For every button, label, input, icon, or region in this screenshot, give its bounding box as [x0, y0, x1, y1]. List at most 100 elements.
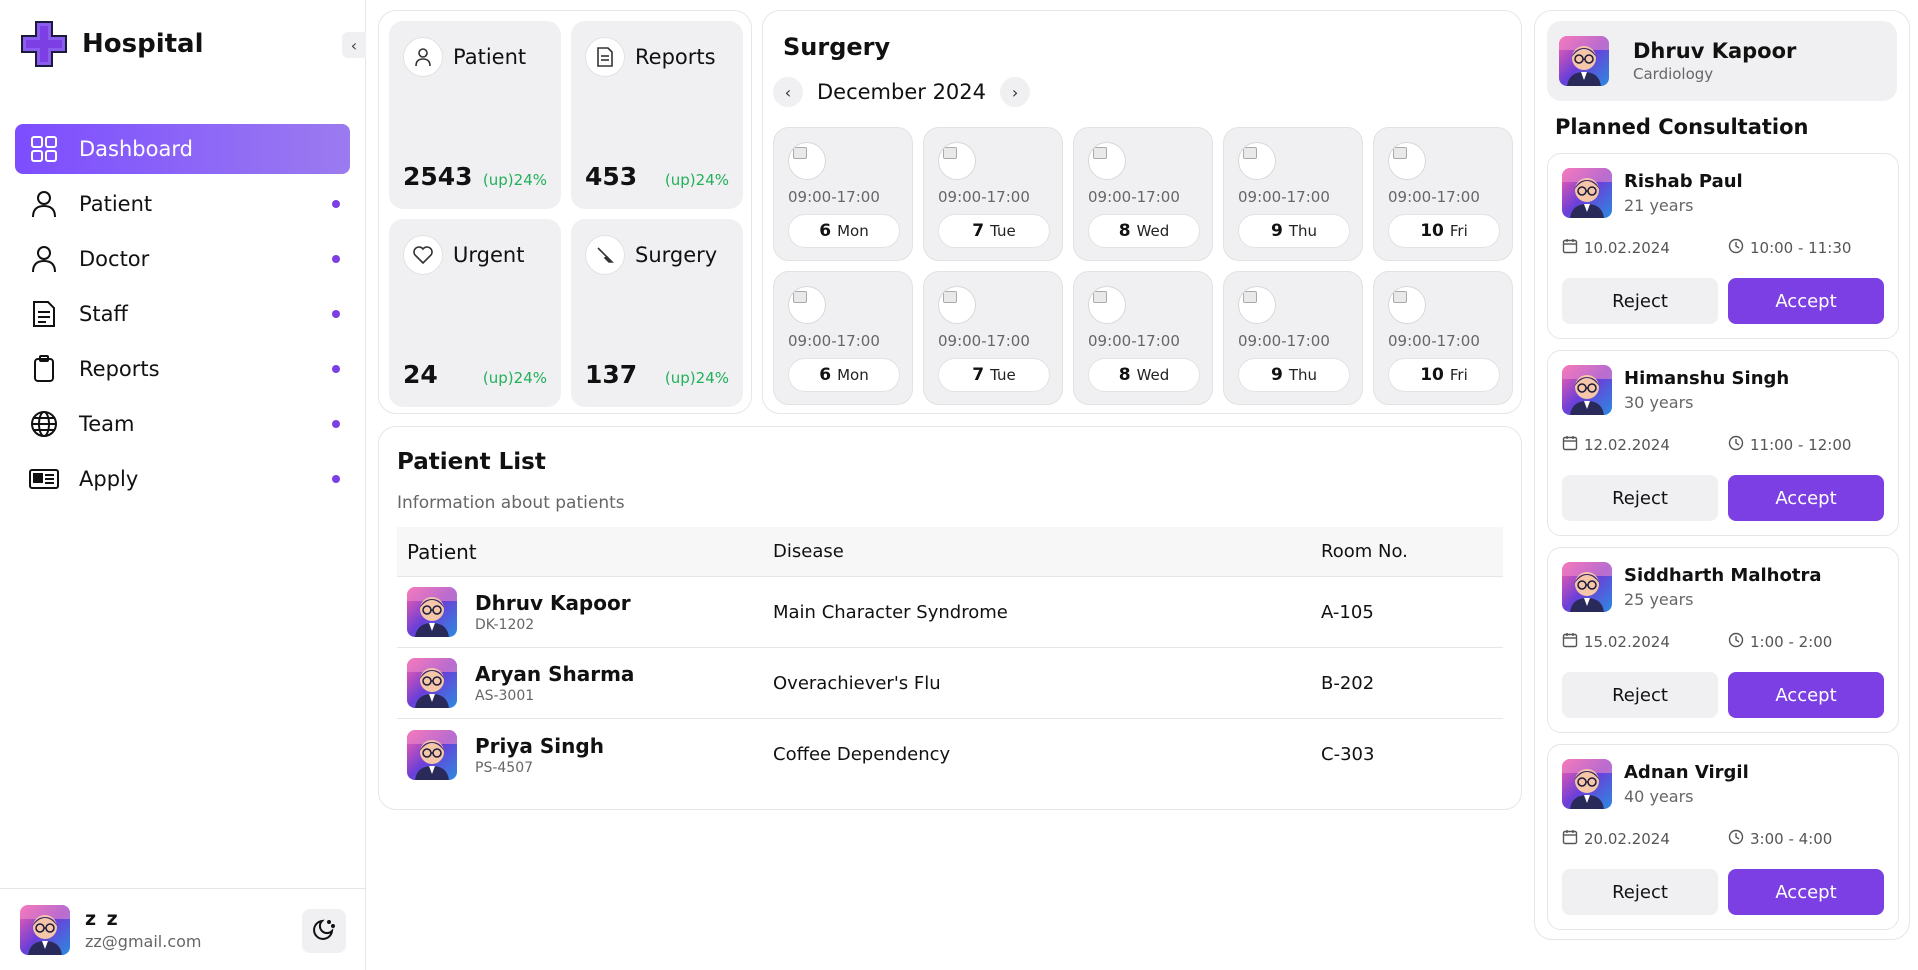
- doctor-department: Cardiology: [1633, 65, 1714, 83]
- day-number: 7: [972, 221, 985, 241]
- avatar: [1562, 365, 1612, 415]
- stat-value: 453: [585, 162, 638, 191]
- reject-button[interactable]: Reject: [1562, 475, 1718, 521]
- stat-card-reports[interactable]: Reports 453 (up)24%: [571, 21, 743, 209]
- consultation-date: 12.02.2024: [1584, 436, 1670, 454]
- month-label: December 2024: [817, 80, 987, 104]
- day-pill: 7 Tue: [938, 214, 1050, 248]
- consultation-time: 3:00 - 4:00: [1750, 830, 1833, 848]
- accept-button[interactable]: Accept: [1728, 672, 1884, 718]
- table-row[interactable]: Priya Singh PS-4507 Coffee Dependency C-…: [397, 719, 1503, 790]
- day-name: Wed: [1136, 222, 1170, 240]
- sidebar-item-apply[interactable]: Apply: [15, 454, 350, 504]
- day-name: Tue: [990, 366, 1016, 384]
- day-number: 9: [1270, 365, 1283, 385]
- notification-dot: [332, 255, 340, 263]
- accept-button[interactable]: Accept: [1728, 475, 1884, 521]
- surgery-day-card[interactable]: 09:00-17:00 8 Wed: [1073, 271, 1213, 405]
- surgery-day-card[interactable]: 09:00-17:00 7 Tue: [923, 271, 1063, 405]
- consultation-patient-name: Adnan Virgil: [1624, 762, 1749, 783]
- surgery-day-card[interactable]: 09:00-17:00 9 Thu: [1223, 271, 1363, 405]
- stat-card-surgery[interactable]: Surgery 137 (up)24%: [571, 219, 743, 407]
- reject-button[interactable]: Reject: [1562, 278, 1718, 324]
- surgery-time: 09:00-17:00: [1388, 332, 1480, 350]
- stat-change: (up)24%: [664, 171, 729, 189]
- collapse-sidebar-button[interactable]: ‹: [342, 32, 366, 58]
- doctor-profile-card[interactable]: Dhruv Kapoor Cardiology: [1547, 21, 1897, 101]
- table-row[interactable]: Dhruv Kapoor DK-1202 Main Character Synd…: [397, 577, 1503, 648]
- day-number: 9: [1270, 221, 1283, 241]
- surgery-day-card[interactable]: 09:00-17:00 6 Mon: [773, 127, 913, 261]
- prev-month-button[interactable]: ‹: [773, 77, 803, 107]
- day-pill: 6 Mon: [788, 358, 900, 392]
- sidebar-item-label: Dashboard: [79, 137, 193, 161]
- notification-dot: [332, 365, 340, 373]
- stat-label: Urgent: [453, 243, 525, 267]
- stat-card-urgent[interactable]: Urgent 24 (up)24%: [389, 219, 561, 407]
- theme-toggle-button[interactable]: [302, 909, 346, 953]
- surgery-day-card[interactable]: 09:00-17:00 9 Thu: [1223, 127, 1363, 261]
- stat-change: (up)24%: [482, 171, 547, 189]
- consultation-card: Siddharth Malhotra 25 years 15.02.2024 1:00…: [1547, 547, 1899, 733]
- patient-table: Patient Disease Room No. Dhruv Kapoor DK…: [397, 527, 1503, 790]
- day-pill: 9 Thu: [1238, 358, 1350, 392]
- calendar-icon: [1562, 829, 1578, 849]
- stat-card-patient[interactable]: Patient 2543 (up)24%: [389, 21, 561, 209]
- consultation-patient-age: 21 years: [1624, 196, 1694, 215]
- clock-icon: [1728, 829, 1744, 849]
- patient-list-panel: Patient List Information about patients …: [378, 426, 1522, 810]
- user-name: z z: [85, 908, 120, 930]
- avatar: [407, 587, 457, 637]
- surgery-day-card[interactable]: 09:00-17:00 10 Fri: [1373, 271, 1513, 405]
- sidebar-item-label: Patient: [79, 192, 153, 216]
- surgery-day-card[interactable]: 09:00-17:00 8 Wed: [1073, 127, 1213, 261]
- sidebar-item-patient[interactable]: Patient: [15, 179, 350, 229]
- surgery-day-card[interactable]: 09:00-17:00 6 Mon: [773, 271, 913, 405]
- chevron-right-icon: ›: [1011, 82, 1019, 102]
- calendar-icon: [1562, 632, 1578, 652]
- table-row[interactable]: Aryan Sharma AS-3001 Overachiever's Flu …: [397, 648, 1503, 719]
- avatar: [407, 730, 457, 780]
- table-header: Patient Disease Room No.: [397, 527, 1503, 577]
- reject-button[interactable]: Reject: [1562, 869, 1718, 915]
- moon-icon: [312, 917, 336, 945]
- avatar: [1562, 562, 1612, 612]
- sidebar-item-team[interactable]: Team: [15, 399, 350, 449]
- notification-dot: [332, 420, 340, 428]
- right-panel: Dhruv Kapoor Cardiology Planned Consulta…: [1534, 10, 1910, 940]
- surgery-time: 09:00-17:00: [938, 188, 1030, 206]
- sidebar-item-doctor[interactable]: Doctor: [15, 234, 350, 284]
- sidebar-item-staff[interactable]: Staff: [15, 289, 350, 339]
- accept-button[interactable]: Accept: [1728, 869, 1884, 915]
- day-number: 7: [972, 365, 985, 385]
- column-header-patient: Patient: [407, 539, 477, 564]
- day-number: 6: [819, 221, 832, 241]
- day-pill: 8 Wed: [1088, 214, 1200, 248]
- sidebar-item-label: Doctor: [79, 247, 150, 271]
- patient-room: C-303: [1321, 744, 1375, 765]
- avatar: [407, 658, 457, 708]
- reject-button[interactable]: Reject: [1562, 672, 1718, 718]
- column-header-room: Room No.: [1321, 541, 1408, 562]
- sidebar-item-reports[interactable]: Reports: [15, 344, 350, 394]
- brand[interactable]: Hospital: [20, 20, 204, 68]
- day-name: Thu: [1288, 366, 1318, 384]
- consultation-patient-age: 25 years: [1624, 590, 1694, 609]
- accept-button[interactable]: Accept: [1728, 278, 1884, 324]
- day-pill: 7 Tue: [938, 358, 1050, 392]
- chevron-left-icon: ‹: [350, 35, 358, 55]
- globe-icon: [29, 409, 59, 439]
- next-month-button[interactable]: ›: [1000, 77, 1031, 107]
- surgery-day-card[interactable]: 09:00-17:00 7 Tue: [923, 127, 1063, 261]
- surgery-time: 09:00-17:00: [788, 332, 880, 350]
- stat-label: Reports: [635, 45, 716, 69]
- day-name: Thu: [1288, 222, 1318, 240]
- current-user-card[interactable]: z z zz@gmail.com: [0, 888, 366, 970]
- image-placeholder-icon: [1238, 142, 1276, 180]
- surgery-day-card[interactable]: 09:00-17:00 10 Fri: [1373, 127, 1513, 261]
- day-number: 8: [1118, 221, 1131, 241]
- patient-name: Dhruv Kapoor: [475, 591, 631, 615]
- brand-name: Hospital: [82, 29, 204, 59]
- patient-disease: Coffee Dependency: [773, 744, 951, 765]
- sidebar-item-dashboard[interactable]: Dashboard: [15, 124, 350, 174]
